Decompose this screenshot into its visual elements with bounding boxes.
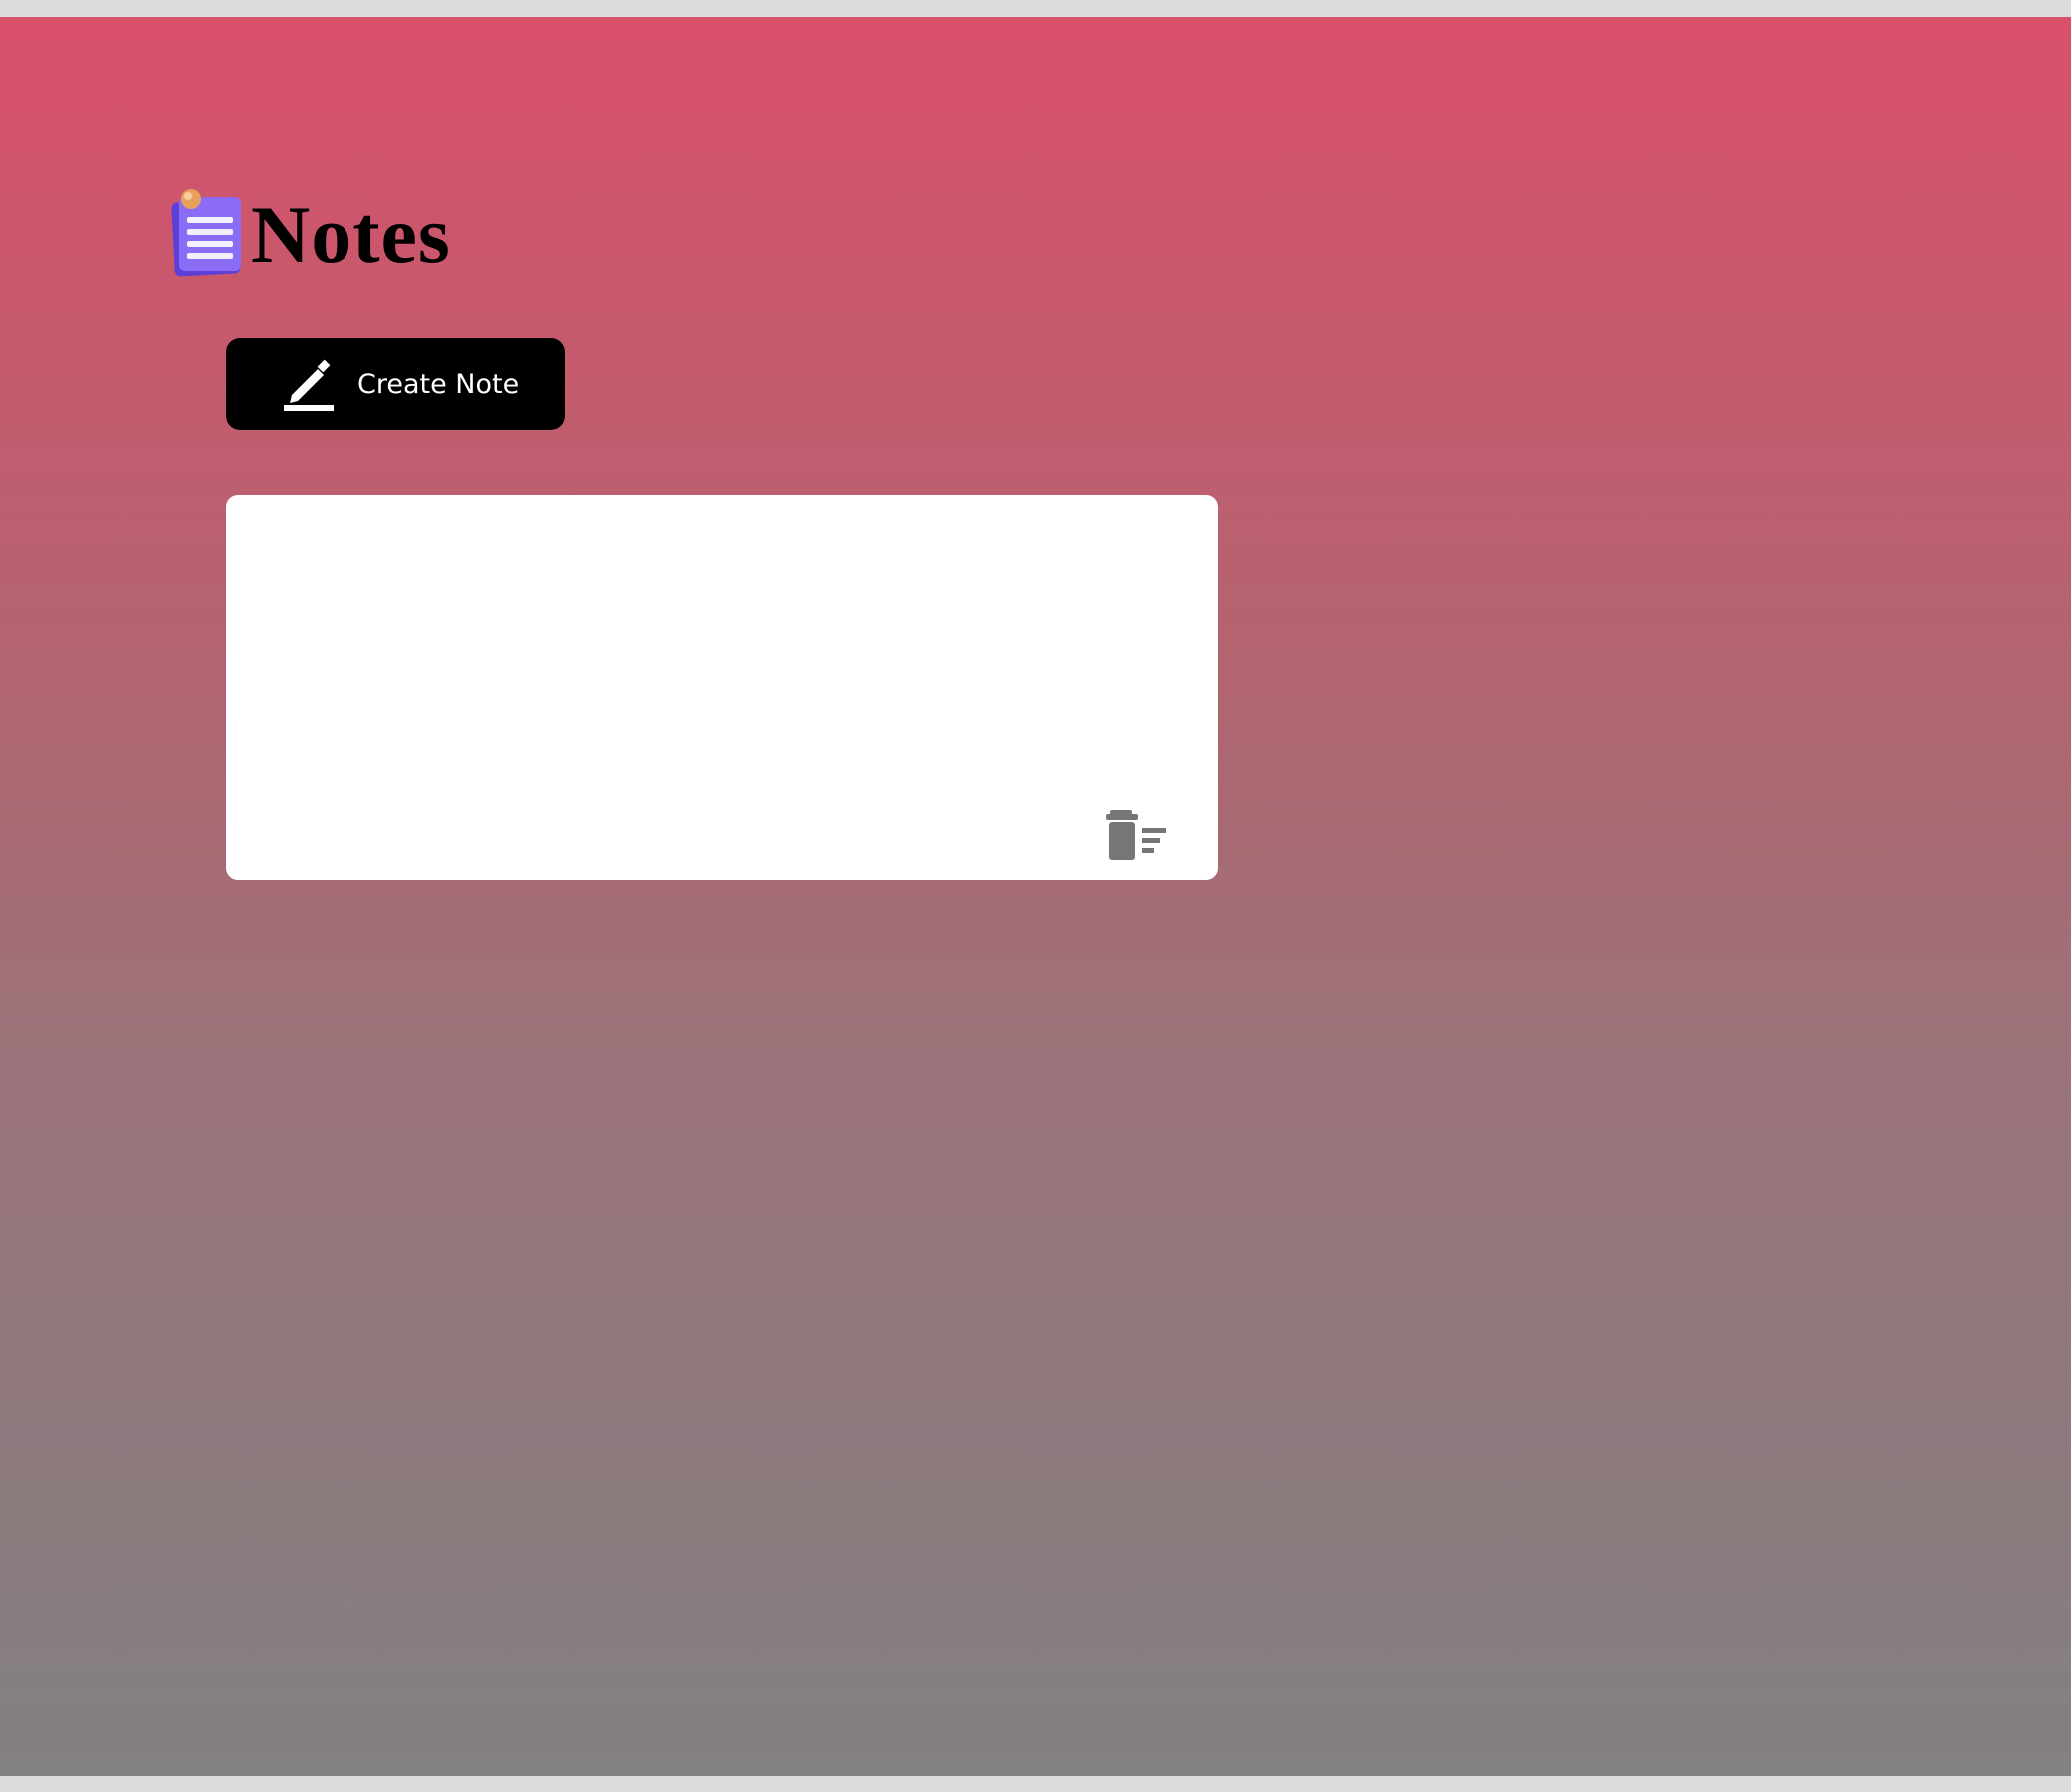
trash-icon: [1104, 810, 1170, 867]
page-title: Notes: [251, 189, 451, 280]
browser-bottom-strip: [0, 1776, 2071, 1792]
notepad-icon: [169, 181, 247, 281]
page-heading: Notes: [169, 181, 1265, 281]
pencil-icon: [282, 357, 336, 411]
note-content-input[interactable]: [226, 495, 1218, 880]
notes-container: Notes Create Note: [169, 181, 1265, 880]
create-note-label: Create Note: [357, 368, 520, 400]
delete-note-button[interactable]: [1104, 808, 1170, 864]
app-background: Notes Create Note: [0, 17, 2071, 1776]
browser-top-strip: [0, 0, 2071, 17]
create-note-button[interactable]: Create Note: [226, 338, 565, 430]
note-card: [226, 495, 1218, 880]
